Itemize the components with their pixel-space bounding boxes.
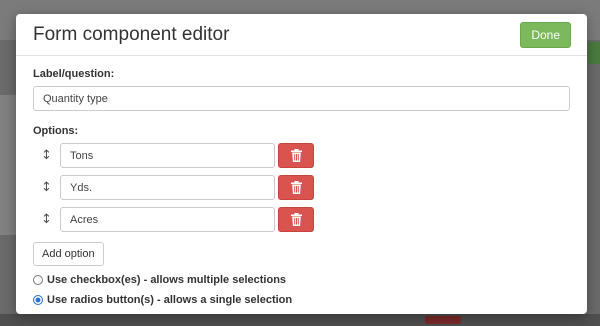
label-question-label: Label/question: [33,68,115,80]
drag-handle-icon[interactable]: ↕ [33,180,60,195]
background-sidebar [0,95,16,235]
radio-checkbox-option[interactable]: Use checkbox(es) - allows multiple selec… [33,274,570,286]
option-row: ↕ Yds. [33,175,570,200]
trash-icon [290,149,302,162]
add-option-button[interactable]: Add option [33,242,104,266]
option-input[interactable]: Acres [60,207,275,232]
label-question-input[interactable]: Quantity type [33,86,570,111]
radio-radios-label: Use radios button(s) - allows a single s… [47,294,293,306]
delete-option-button[interactable] [278,207,314,232]
background-delete-button [425,316,461,324]
trash-icon [290,181,302,194]
option-input[interactable]: Yds. [60,175,275,200]
drag-handle-icon[interactable]: ↕ [33,212,60,227]
option-value: Acres [70,213,99,226]
delete-option-button[interactable] [278,143,314,168]
option-value: Yds. [70,181,93,194]
options-label: Options: [33,125,79,137]
form-component-editor-modal: Form component editor Done Label/questio… [16,14,587,314]
option-row: ↕ Acres [33,207,570,232]
drag-handle-icon[interactable]: ↕ [33,148,60,163]
radio-checkbox-label: Use checkbox(es) - allows multiple selec… [47,274,287,286]
radio-radios[interactable] [33,295,43,305]
modal-header: Form component editor Done [16,14,587,56]
modal-body: Label/question: Quantity type Options: ↕… [16,56,587,306]
trash-icon [290,213,302,226]
label-question-value: Quantity type [43,92,108,105]
radio-checkbox[interactable] [33,275,43,285]
done-button[interactable]: Done [520,21,571,48]
background-footer [0,314,600,326]
radio-radios-option[interactable]: Use radios button(s) - allows a single s… [33,294,570,306]
delete-option-button[interactable] [278,175,314,200]
option-row: ↕ Tons [33,143,570,168]
option-input[interactable]: Tons [60,143,275,168]
modal-title: Form component editor [33,23,230,45]
background-button [588,42,600,64]
option-value: Tons [70,149,94,162]
